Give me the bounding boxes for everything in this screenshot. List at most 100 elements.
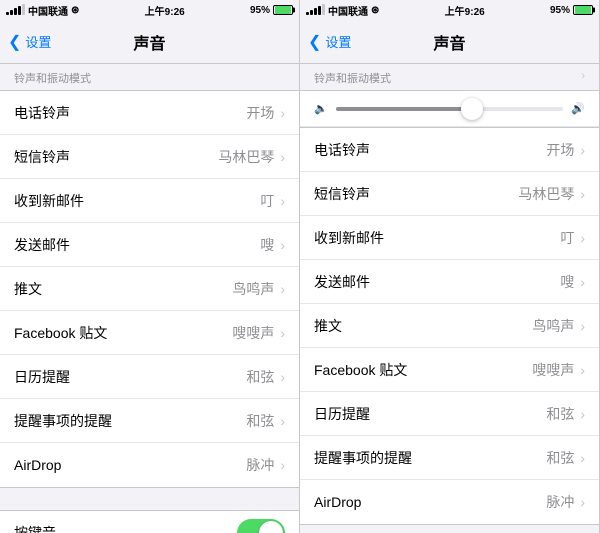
volume-slider-row[interactable]: 🔈 🔊 (300, 91, 599, 127)
row-label: 电话铃声 (14, 103, 246, 123)
back-chevron-icon: ❮ (308, 32, 321, 52)
wifi-icon: ⊛ (71, 5, 79, 16)
section-label-left: 铃声和振动模式 (0, 64, 299, 90)
chevron-icon: › (580, 362, 585, 378)
row-label: 日历提醒 (14, 367, 246, 387)
row-value: 和弦 (546, 448, 574, 468)
table-row[interactable]: 收到新邮件 叮 › (0, 179, 299, 223)
table-row[interactable]: Facebook 贴文 嗖嗖声 › (0, 311, 299, 355)
status-left: 中国联通 ⊛ (6, 3, 79, 18)
chevron-icon: › (280, 457, 285, 473)
row-label: 收到新邮件 (314, 228, 560, 248)
page-title-left: 声音 (133, 30, 165, 54)
battery-percent-label: 95% (250, 5, 270, 16)
right-panel: 中国联通 ⊛ 上午9:26 95% ❮ 设置 声音 铃声和振动模式 › (300, 0, 600, 533)
status-bar-left: 中国联通 ⊛ 上午9:26 95% (0, 0, 299, 20)
volume-high-icon: 🔊 (571, 102, 585, 115)
table-row[interactable]: AirDrop 脉冲 › (300, 480, 599, 524)
row-label: 提醒事项的提醒 (314, 448, 546, 468)
chevron-icon: › (280, 369, 285, 385)
status-right-right: 95% (550, 5, 593, 16)
table-row[interactable]: 短信铃声 马林巴琴 › (300, 172, 599, 216)
section-chevron-icon: › (581, 70, 585, 82)
row-label: Facebook 贴文 (314, 360, 532, 380)
table-row[interactable]: 电话铃声 开场 › (0, 91, 299, 135)
row-label: 日历提醒 (314, 404, 546, 424)
signal-icon (306, 5, 325, 15)
settings-content-right: 铃声和振动模式 › 🔈 🔊 电话铃声 开场 › 短信铃声 马林巴琴 (300, 64, 599, 533)
status-bar-right: 中国联通 ⊛ 上午9:26 95% (300, 0, 599, 20)
carrier-label: 中国联通 (328, 3, 368, 18)
table-row[interactable]: 日历提醒 和弦 › (300, 392, 599, 436)
row-label: AirDrop (14, 457, 246, 473)
carrier-label: 中国联通 (28, 3, 68, 18)
back-chevron-icon: ❮ (8, 32, 21, 52)
chevron-icon: › (280, 193, 285, 209)
row-value: 马林巴琴 (218, 147, 274, 167)
chevron-icon: › (280, 149, 285, 165)
row-value: 和弦 (246, 367, 274, 387)
row-label: 收到新邮件 (14, 191, 260, 211)
settings-content-left: 铃声和振动模式 电话铃声 开场 › 短信铃声 马林巴琴 › 收到新邮件 叮 › … (0, 64, 299, 533)
time-label: 上午9:26 (445, 3, 485, 18)
status-right: 95% (250, 5, 293, 16)
back-label-left: 设置 (25, 32, 51, 51)
row-value: 鸟鸣声 (532, 316, 574, 336)
row-label: 推文 (314, 316, 532, 336)
chevron-icon: › (280, 237, 285, 253)
back-label-right: 设置 (325, 32, 351, 51)
chevron-icon: › (280, 325, 285, 341)
battery-percent-label: 95% (550, 5, 570, 16)
chevron-icon: › (580, 406, 585, 422)
status-left-right: 中国联通 ⊛ (306, 3, 379, 18)
table-row[interactable]: AirDrop 脉冲 › (0, 443, 299, 487)
back-button-right[interactable]: ❮ 设置 (300, 32, 360, 52)
row-value: 脉冲 (246, 455, 274, 475)
chevron-icon: › (280, 281, 285, 297)
back-button-left[interactable]: ❮ 设置 (0, 32, 60, 52)
table-row[interactable]: 发送邮件 嗖 › (0, 223, 299, 267)
slider-thumb[interactable] (461, 98, 483, 120)
table-row-keyclick: 按键音 (0, 511, 299, 533)
chevron-icon: › (580, 142, 585, 158)
row-value: 马林巴琴 (518, 184, 574, 204)
table-row[interactable]: 提醒事项的提醒 和弦 › (300, 436, 599, 480)
row-value: 嗖嗖声 (232, 323, 274, 343)
toggle-list-left: 按键音 锁定声 (0, 510, 299, 533)
table-row[interactable]: Facebook 贴文 嗖嗖声 › (300, 348, 599, 392)
chevron-icon: › (580, 274, 585, 290)
left-panel: 中国联通 ⊛ 上午9:26 95% ❮ 设置 声音 铃声和振动模式 电话铃声 开… (0, 0, 300, 533)
group-spacer-right (300, 525, 599, 533)
chevron-icon: › (580, 494, 585, 510)
table-row[interactable]: 电话铃声 开场 › (300, 128, 599, 172)
table-row[interactable]: 提醒事项的提醒 和弦 › (0, 399, 299, 443)
table-row[interactable]: 推文 鸟鸣声 › (300, 304, 599, 348)
table-row[interactable]: 发送邮件 嗖 › (300, 260, 599, 304)
chevron-icon: › (580, 186, 585, 202)
volume-slider-track[interactable] (336, 107, 564, 111)
table-row[interactable]: 日历提醒 和弦 › (0, 355, 299, 399)
row-label: 推文 (14, 279, 232, 299)
nav-bar-left: ❮ 设置 声音 (0, 20, 299, 64)
table-row[interactable]: 短信铃声 马林巴琴 › (0, 135, 299, 179)
page-title-right: 声音 (433, 30, 465, 54)
row-value: 叮 (260, 191, 274, 211)
chevron-icon: › (280, 105, 285, 121)
chevron-icon: › (580, 318, 585, 334)
row-value: 嗖嗖声 (532, 360, 574, 380)
row-value: 嗖 (260, 235, 274, 255)
chevron-icon: › (580, 230, 585, 246)
slider-group: 🔈 🔊 (300, 90, 599, 128)
section-label-right: 铃声和振动模式 › (300, 64, 599, 90)
wifi-icon: ⊛ (371, 5, 379, 16)
row-value: 和弦 (546, 404, 574, 424)
slider-fill (336, 107, 473, 111)
table-row[interactable]: 收到新邮件 叮 › (300, 216, 599, 260)
row-label: 短信铃声 (314, 184, 518, 204)
row-label: 短信铃声 (14, 147, 218, 167)
keyclick-toggle[interactable] (237, 519, 285, 533)
group-spacer (0, 488, 299, 510)
signal-icon (6, 5, 25, 15)
table-row[interactable]: 推文 鸟鸣声 › (0, 267, 299, 311)
row-value: 和弦 (246, 411, 274, 431)
